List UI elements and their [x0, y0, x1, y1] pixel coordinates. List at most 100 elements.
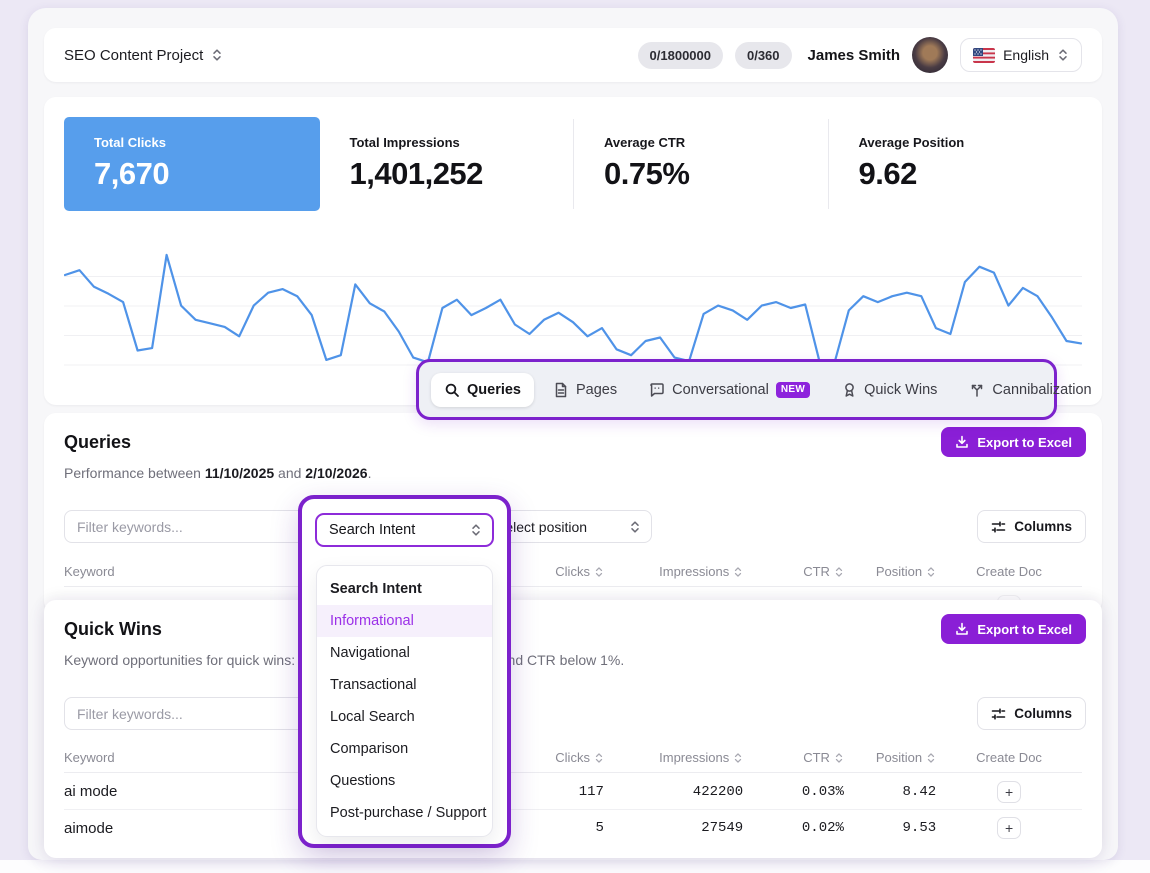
sort-icon	[834, 566, 844, 578]
intent-option-search-intent[interactable]: Search Intent	[317, 573, 492, 605]
create-doc-cell: +	[936, 817, 1082, 839]
quota-badge-words: 0/1800000	[638, 42, 723, 69]
column-header-impressions[interactable]: Impressions	[604, 750, 743, 765]
stat-label: Average Position	[859, 135, 1053, 150]
chevron-updown-icon	[470, 523, 482, 537]
quota-badge-docs: 0/360	[735, 42, 792, 69]
column-header-ctr[interactable]: CTR	[743, 750, 844, 765]
column-header-position[interactable]: Position	[844, 564, 936, 579]
stat-average-ctr: Average CTR0.75%	[574, 117, 828, 211]
search-intent-dropdown[interactable]: Search Intent	[315, 513, 494, 547]
create-doc-cell: +	[936, 781, 1082, 803]
search-intent-menu: Search IntentInformationalNavigationalTr…	[316, 565, 493, 837]
top-bar: SEO Content Project 0/1800000 0/360 Jame…	[44, 28, 1102, 82]
sort-icon	[594, 752, 604, 764]
columns-button[interactable]: Columns	[977, 510, 1086, 543]
download-icon	[955, 435, 969, 449]
user-name: James Smith	[808, 47, 901, 64]
chat-icon	[649, 382, 665, 398]
ctr-cell: 0.02%	[743, 820, 844, 836]
queries-subtitle: Performance between 11/10/2025 and 2/10/…	[64, 465, 371, 481]
language-selector[interactable]: English	[960, 38, 1082, 72]
export-to-excel-button[interactable]: Export to Excel	[941, 614, 1086, 644]
us-flag-icon	[973, 48, 995, 63]
split-icon	[969, 382, 985, 398]
tab-pages[interactable]: Pages	[540, 373, 630, 407]
report-tab-bar: Queries Pages Conversational NEW Quick Wins C…	[416, 359, 1057, 420]
stat-value: 7,670	[94, 156, 290, 192]
sort-icon	[594, 566, 604, 578]
stat-label: Average CTR	[604, 135, 798, 150]
table-row: aimode5275490.02%9.53+	[64, 810, 1082, 846]
tab-quick-wins[interactable]: Quick Wins	[829, 373, 950, 407]
sort-icon	[733, 752, 743, 764]
column-header-ctr[interactable]: CTR	[743, 564, 844, 579]
intent-option-navigational[interactable]: Navigational	[317, 637, 492, 669]
position-cell: 8.42	[844, 784, 936, 800]
table-row: ai mode1174222000.03%8.42+	[64, 774, 1082, 810]
impressions-cell: 27549	[604, 820, 743, 836]
create-doc-plus-button[interactable]: +	[997, 781, 1021, 803]
stat-average-position: Average Position 9.62	[829, 117, 1083, 211]
award-icon	[842, 382, 857, 398]
column-header-impressions[interactable]: Impressions	[604, 564, 743, 579]
intent-option-post-purchase-support[interactable]: Post-purchase / Support	[317, 797, 492, 829]
tab-conversational[interactable]: Conversational NEW	[636, 373, 823, 407]
column-header-create-doc: Create Doc	[936, 750, 1082, 765]
clicks-line-chart	[64, 245, 1082, 371]
filter-keywords-input[interactable]	[64, 697, 314, 730]
sort-icon	[733, 566, 743, 578]
chevron-updown-icon	[211, 48, 223, 62]
language-label: English	[1003, 47, 1049, 63]
stat-total-impressions: Total Impressions 1,401,252	[320, 117, 574, 211]
sliders-icon	[991, 520, 1006, 534]
tab-cannibalization[interactable]: Cannibalization	[956, 373, 1104, 407]
create-doc-plus-button[interactable]: +	[997, 817, 1021, 839]
intent-option-local-search[interactable]: Local Search	[317, 701, 492, 733]
search-icon	[444, 382, 460, 398]
sliders-icon	[991, 707, 1006, 721]
quick-wins-section: Quick Wins Keyword opportunities for qui…	[44, 600, 1102, 858]
queries-table-header: KeywordClicksImpressionsCTRPositionCreat…	[64, 557, 1082, 587]
sort-icon	[926, 566, 936, 578]
export-to-excel-button[interactable]: Export to Excel	[941, 427, 1086, 457]
stat-value: 9.62	[859, 156, 1053, 192]
tab-label: Quick Wins	[864, 382, 937, 398]
tab-label: Cannibalization	[992, 382, 1091, 398]
tab-label: Pages	[576, 382, 617, 398]
intent-option-questions[interactable]: Questions	[317, 765, 492, 797]
queries-title: Queries	[64, 432, 131, 453]
quick-wins-title: Quick Wins	[64, 619, 162, 640]
screenshot-stage: SEO Content Project 0/1800000 0/360 Jame…	[0, 0, 1150, 873]
date-to: 2/10/2026	[305, 465, 367, 481]
stat-label: Total Impressions	[350, 135, 544, 150]
chevron-updown-icon	[1057, 48, 1069, 62]
date-from: 11/10/2025	[205, 465, 274, 481]
project-selector[interactable]: SEO Content Project	[64, 47, 223, 64]
download-icon	[955, 622, 969, 636]
columns-button[interactable]: Columns	[977, 697, 1086, 730]
intent-option-transactional[interactable]: Transactional	[317, 669, 492, 701]
position-cell: 9.53	[844, 820, 936, 836]
filter-keywords-input[interactable]	[64, 510, 314, 543]
stat-value: 1,401,252	[350, 156, 544, 192]
sort-icon	[834, 752, 844, 764]
bottom-strip	[0, 860, 1150, 873]
topbar-right: 0/1800000 0/360 James Smith	[638, 37, 1082, 73]
stat-label: Total Clicks	[94, 135, 290, 150]
column-header-create-doc: Create Doc	[936, 564, 1082, 579]
pages-icon	[553, 382, 569, 398]
app-window: SEO Content Project 0/1800000 0/360 Jame…	[28, 8, 1118, 860]
intent-option-informational[interactable]: Informational	[317, 605, 492, 637]
tab-queries[interactable]: Queries	[431, 373, 534, 407]
tab-label: Queries	[467, 382, 521, 398]
tab-label: Conversational	[672, 382, 769, 398]
chevron-updown-icon	[629, 520, 641, 534]
column-header-position[interactable]: Position	[844, 750, 936, 765]
search-intent-annotation: Search Intent Search IntentInformational…	[298, 495, 511, 848]
stat-total-clicks: Total Clicks 7,670	[64, 117, 320, 211]
avatar[interactable]	[912, 37, 948, 73]
new-badge: NEW	[776, 382, 810, 398]
stats-row: Total Clicks 7,670 Total Impressions 1,401,…	[64, 117, 1082, 211]
intent-option-comparison[interactable]: Comparison	[317, 733, 492, 765]
